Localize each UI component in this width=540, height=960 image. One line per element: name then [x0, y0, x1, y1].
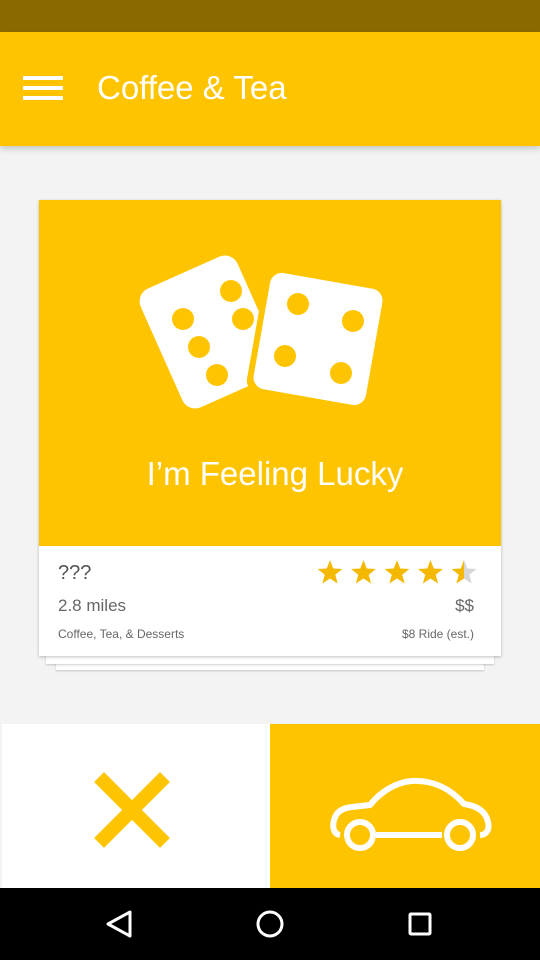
home-icon[interactable] [240, 902, 300, 946]
feeling-lucky-label: I’m Feeling Lucky [146, 455, 404, 492]
app-bar: Coffee & Tea [0, 32, 540, 146]
close-icon [94, 772, 170, 848]
star-icon [317, 560, 343, 584]
page-title: Coffee & Tea [97, 69, 287, 106]
star-icon [351, 560, 376, 584]
distance-text: 2.8 miles [58, 596, 127, 615]
system-nav-bar [0, 888, 540, 960]
dismiss-button[interactable] [2, 724, 270, 888]
star-icon [451, 560, 477, 584]
ride-estimate: $8 Ride (est.) [401, 627, 474, 641]
star-icon [418, 560, 443, 584]
request-ride-button[interactable] [270, 724, 540, 888]
menu-icon[interactable] [16, 68, 68, 108]
dice-icon [139, 255, 390, 412]
car-icon [330, 777, 492, 851]
card-hero: I’m Feeling Lucky [39, 200, 501, 546]
star-rating [317, 560, 477, 586]
star-icon [384, 560, 410, 584]
category-text: Coffee, Tea, & Desserts [58, 627, 185, 641]
recents-icon[interactable] [390, 902, 450, 946]
price-level: $$ [455, 596, 474, 615]
status-bar [0, 0, 540, 32]
place-info: ??? 2.8 miles Coffee, Tea, & Desserts $$… [39, 546, 501, 656]
back-icon[interactable] [90, 902, 150, 946]
place-card[interactable]: I’m Feeling Lucky ??? 2.8 miles Coffee, … [39, 200, 501, 656]
place-name: ??? [58, 562, 92, 584]
